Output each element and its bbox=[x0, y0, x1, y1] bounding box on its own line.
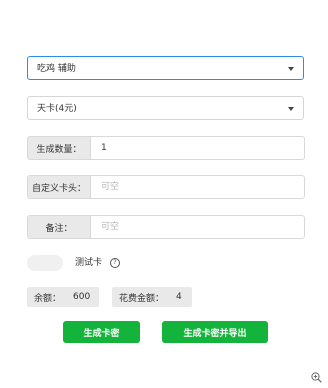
chevron-down-icon bbox=[288, 107, 294, 111]
card-prefix-label: 自定义卡头： bbox=[28, 176, 91, 198]
remark-field: 备注： bbox=[27, 215, 305, 239]
balance-badge: 余额： 600 bbox=[27, 287, 99, 307]
card-type-select-value: 天卡(4元) bbox=[37, 104, 77, 114]
test-card-toggle[interactable] bbox=[27, 255, 63, 271]
game-select-value: 吃鸡 辅助 bbox=[37, 64, 76, 74]
help-icon[interactable]: ? bbox=[110, 258, 120, 268]
generate-export-button[interactable]: 生成卡密并导出 bbox=[162, 321, 268, 343]
quantity-label: 生成数量： bbox=[28, 137, 91, 159]
test-card-label: 测试卡 bbox=[75, 258, 103, 268]
quantity-input[interactable] bbox=[91, 137, 304, 159]
remark-label: 备注： bbox=[28, 216, 91, 238]
chevron-down-icon bbox=[288, 67, 294, 71]
remark-input[interactable] bbox=[91, 216, 304, 238]
card-type-select[interactable]: 天卡(4元) bbox=[27, 96, 304, 120]
card-prefix-field: 自定义卡头： bbox=[27, 175, 305, 199]
cost-badge: 花费金额： 4 bbox=[112, 287, 192, 307]
zoom-in-icon[interactable] bbox=[311, 372, 322, 383]
game-select[interactable]: 吃鸡 辅助 bbox=[27, 56, 304, 80]
cost-label: 花费金额： bbox=[119, 293, 165, 304]
cost-value: 4 bbox=[176, 292, 182, 302]
balance-value: 600 bbox=[73, 292, 91, 302]
quantity-field: 生成数量： bbox=[27, 136, 305, 160]
card-prefix-input[interactable] bbox=[91, 176, 304, 198]
generate-button[interactable]: 生成卡密 bbox=[63, 321, 140, 343]
balance-label: 余额： bbox=[34, 293, 62, 304]
